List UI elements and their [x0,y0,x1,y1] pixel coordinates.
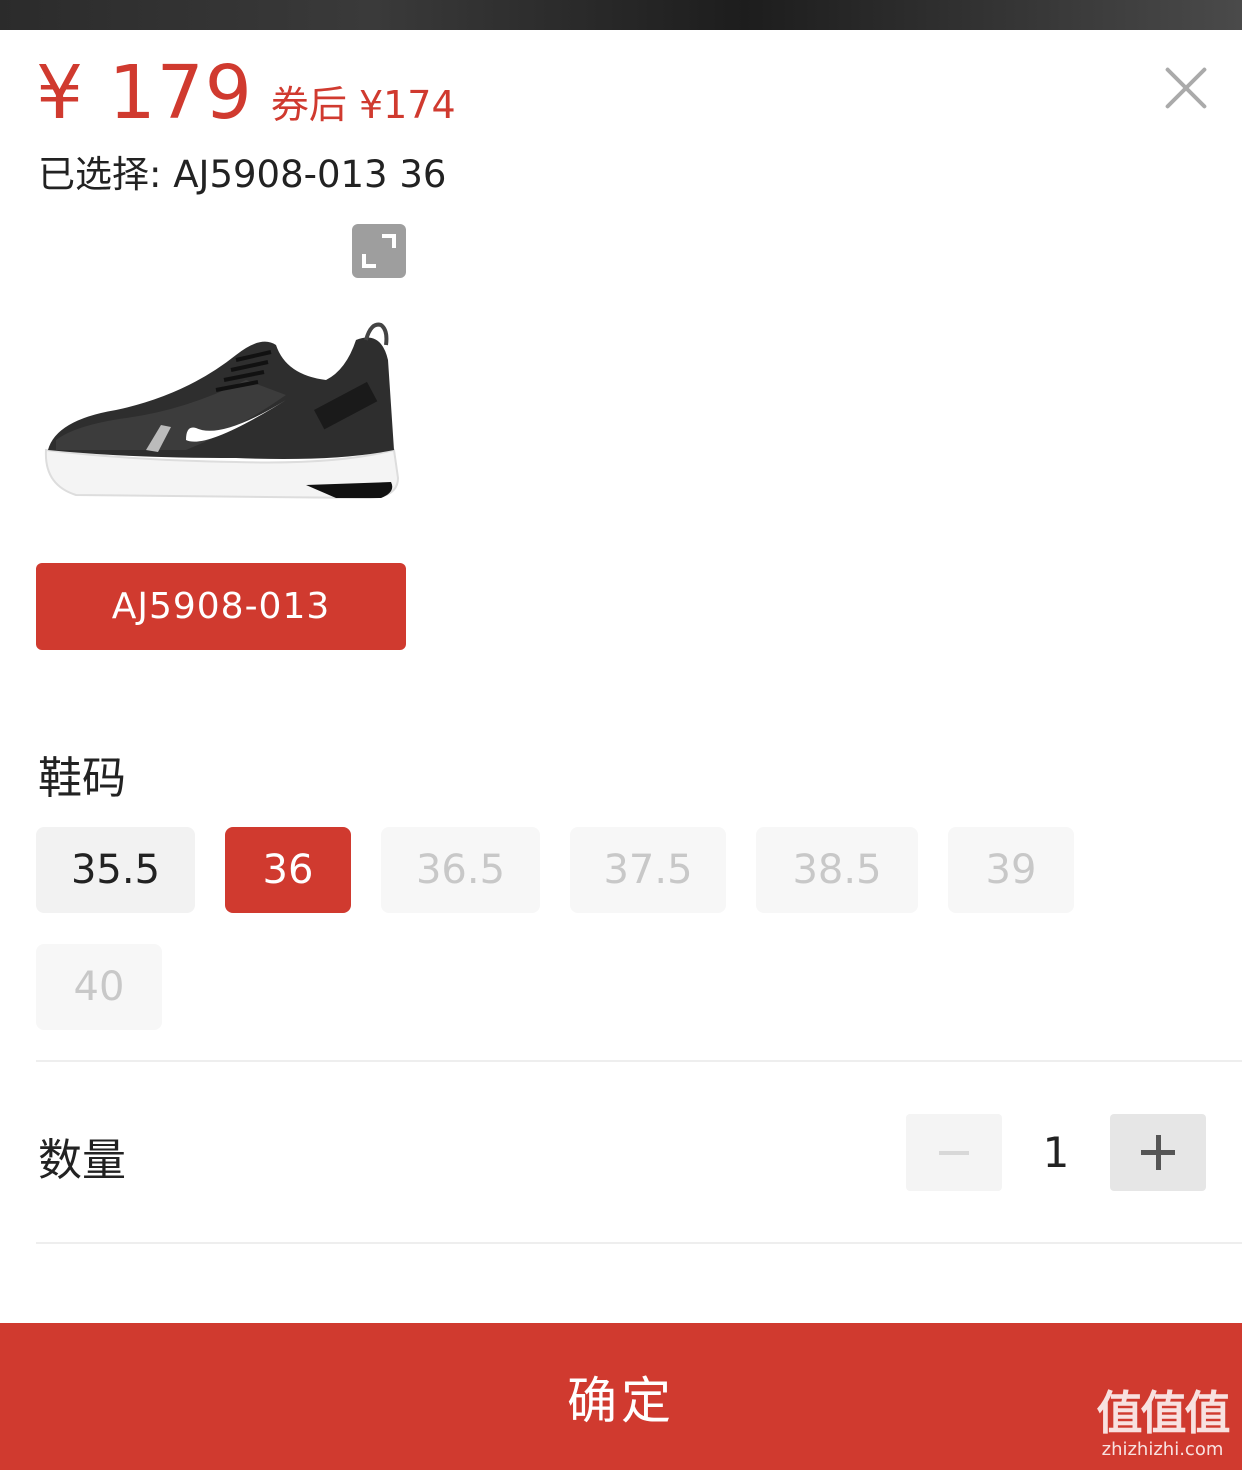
confirm-button[interactable]: 确定 [0,1323,1242,1470]
size-option-disabled: 38.5 [756,827,918,913]
price-row: ¥ 179 券后 ¥174 [36,50,456,136]
product-thumbnail[interactable] [36,220,406,550]
watermark-logo: 值值值 [1096,1386,1231,1440]
quantity-decrement-button[interactable] [906,1114,1002,1191]
sku-selector-sheet: ¥ 179 券后 ¥174 已选择: AJ5908-013 36 AJ5908-… [0,30,1242,1470]
background-product-image [0,0,1242,30]
watermark-url: zhizhizhi.com [1101,1439,1224,1460]
close-icon[interactable] [1162,64,1210,112]
quantity-section-title: 数量 [38,1135,126,1186]
quantity-increment-button[interactable] [1110,1114,1206,1191]
variant-option-selected[interactable]: AJ5908-013 [36,563,406,650]
size-section-title: 鞋码 [38,753,126,804]
shoe-image [44,322,400,500]
size-option[interactable]: 35.5 [36,827,195,913]
divider [36,1060,1242,1062]
selected-summary: 已选择: AJ5908-013 36 [38,153,447,196]
size-option-disabled: 37.5 [570,827,726,913]
quantity-value: 1 [1042,1128,1070,1177]
size-option-selected[interactable]: 36 [225,827,351,913]
price-main: ¥ 179 [36,50,253,136]
size-option-disabled: 40 [36,944,162,1030]
coupon-price: 券后 ¥174 [270,83,456,127]
divider [36,1242,1242,1244]
size-option-disabled: 36.5 [381,827,540,913]
size-option-disabled: 39 [948,827,1074,913]
watermark: 值值值 zhizhizhi.com [1090,1387,1235,1461]
expand-icon[interactable] [352,224,406,278]
